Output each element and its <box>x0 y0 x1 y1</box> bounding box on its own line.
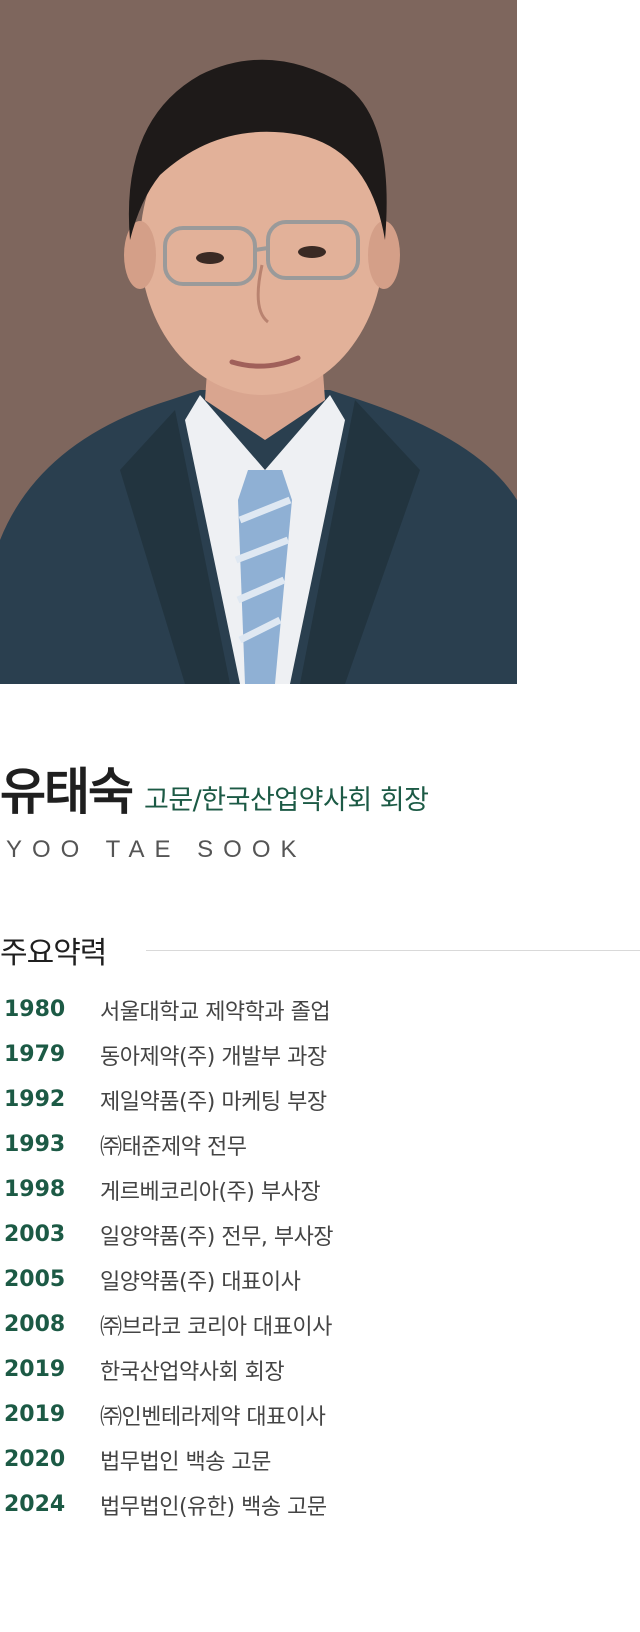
career-year: 2005 <box>4 1267 66 1292</box>
job-title: 고문/한국산업약사회 회장 <box>144 785 429 816</box>
list-item: 2005 일양약품(주) 대표이사 <box>0 1257 600 1302</box>
list-item: 2024 법무법인(유한) 백송 고문 <box>0 1482 600 1527</box>
name-english: YOO TAE SOOK <box>6 836 307 863</box>
name-row: 유태숙 고문/한국산업약사회 회장 <box>0 752 429 821</box>
list-item: 1979 동아제약(주) 개발부 과장 <box>0 1032 600 1077</box>
career-description: 법무법인(유한) 백송 고문 <box>100 1494 327 1520</box>
career-year: 1992 <box>4 1087 66 1112</box>
list-item: 1992 제일약품(주) 마케팅 부장 <box>0 1077 600 1122</box>
career-description: 한국산업약사회 회장 <box>100 1359 285 1385</box>
career-year: 2024 <box>4 1492 66 1517</box>
list-item: 2019 한국산업약사회 회장 <box>0 1347 600 1392</box>
career-list: 1980 서울대학교 제약학과 졸업 1979 동아제약(주) 개발부 과장 1… <box>0 987 600 1527</box>
career-description: ㈜브라코 코리아 대표이사 <box>100 1314 332 1340</box>
list-item: 2003 일양약품(주) 전무, 부사장 <box>0 1212 600 1257</box>
career-year: 2019 <box>4 1357 66 1382</box>
career-year: 2008 <box>4 1312 66 1337</box>
career-description: 일양약품(주) 대표이사 <box>100 1269 301 1295</box>
career-year: 1993 <box>4 1132 66 1157</box>
divider <box>146 949 640 951</box>
list-item: 1980 서울대학교 제약학과 졸업 <box>0 987 600 1032</box>
portrait-photo <box>0 0 517 684</box>
career-description: 동아제약(주) 개발부 과장 <box>100 1044 327 1070</box>
name-korean: 유태숙 <box>0 763 134 821</box>
career-description: 법무법인 백송 고문 <box>100 1449 271 1475</box>
career-description: ㈜태준제약 전무 <box>100 1134 247 1160</box>
career-year: 1980 <box>4 997 66 1022</box>
career-description: ㈜인벤테라제약 대표이사 <box>100 1404 326 1430</box>
list-item: 2008 ㈜브라코 코리아 대표이사 <box>0 1302 600 1347</box>
career-description: 제일약품(주) 마케팅 부장 <box>100 1089 327 1115</box>
list-item: 1998 게르베코리아(주) 부사장 <box>0 1167 600 1212</box>
career-year: 1998 <box>4 1177 66 1202</box>
career-year: 2020 <box>4 1447 66 1472</box>
career-year: 1979 <box>4 1042 66 1067</box>
career-description: 서울대학교 제약학과 졸업 <box>100 999 331 1025</box>
career-section-header: 주요약력 <box>0 930 640 971</box>
career-year: 2019 <box>4 1402 66 1427</box>
career-description: 일양약품(주) 전무, 부사장 <box>100 1224 334 1250</box>
career-description: 게르베코리아(주) 부사장 <box>100 1179 321 1205</box>
list-item: 2019 ㈜인벤테라제약 대표이사 <box>0 1392 600 1437</box>
list-item: 1993 ㈜태준제약 전무 <box>0 1122 600 1167</box>
career-year: 2003 <box>4 1222 66 1247</box>
list-item: 2020 법무법인 백송 고문 <box>0 1437 600 1482</box>
career-heading: 주요약력 <box>0 936 107 971</box>
